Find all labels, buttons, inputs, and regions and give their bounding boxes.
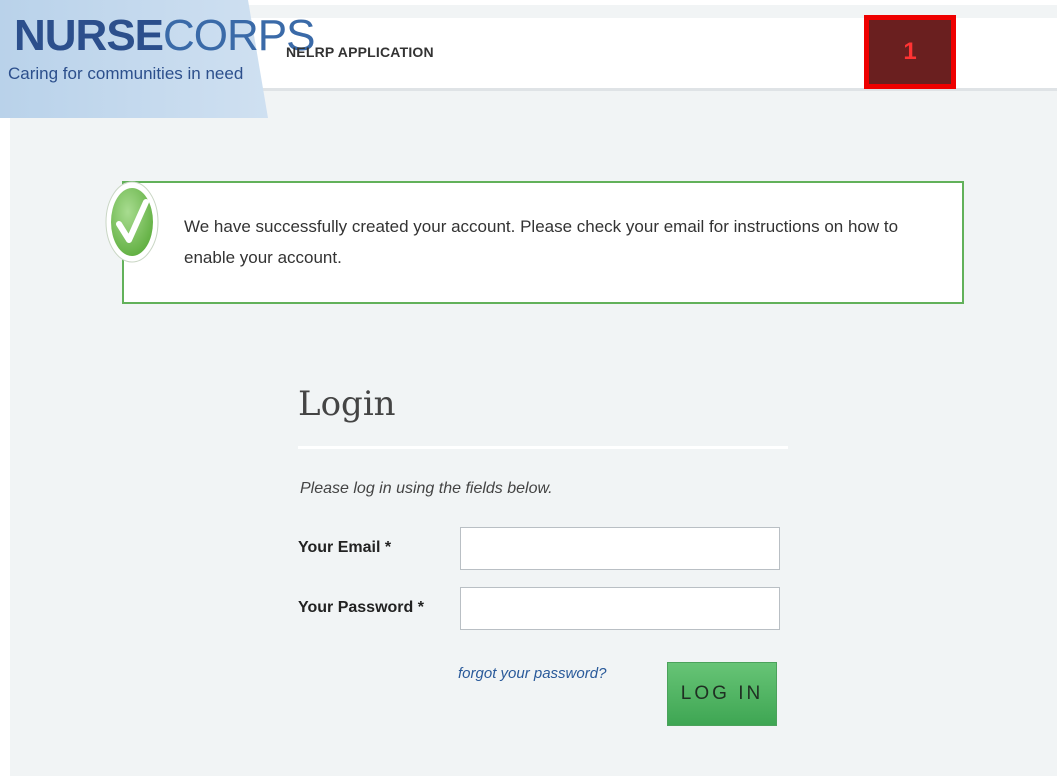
password-label: Your Password * bbox=[298, 599, 424, 616]
login-button[interactable]: LOG IN bbox=[667, 662, 777, 726]
check-circle-icon bbox=[105, 181, 159, 263]
annotation-badge: 1 bbox=[864, 15, 956, 89]
forgot-password-link[interactable]: forgot your password? bbox=[458, 665, 606, 682]
page-background bbox=[10, 5, 1057, 776]
success-message: We have successfully created your accoun… bbox=[184, 217, 899, 267]
logo-tagline: Caring for communities in need bbox=[8, 64, 244, 83]
logo-wordmark: NURSECORPS bbox=[14, 11, 316, 60]
login-subtitle: Please log in using the fields below. bbox=[300, 480, 553, 497]
nursecorps-logo[interactable]: NURSECORPS Caring for communities in nee… bbox=[0, 0, 316, 118]
success-alert: We have successfully created your accoun… bbox=[122, 181, 964, 304]
password-field[interactable] bbox=[460, 587, 780, 630]
logo-wordmark-bold: NURSE bbox=[14, 11, 164, 60]
login-title: Login bbox=[298, 384, 396, 424]
email-label: Your Email * bbox=[298, 539, 392, 556]
email-field[interactable] bbox=[460, 527, 780, 570]
app-title: NELRP APPLICATION bbox=[286, 44, 434, 60]
login-title-divider bbox=[298, 446, 788, 449]
